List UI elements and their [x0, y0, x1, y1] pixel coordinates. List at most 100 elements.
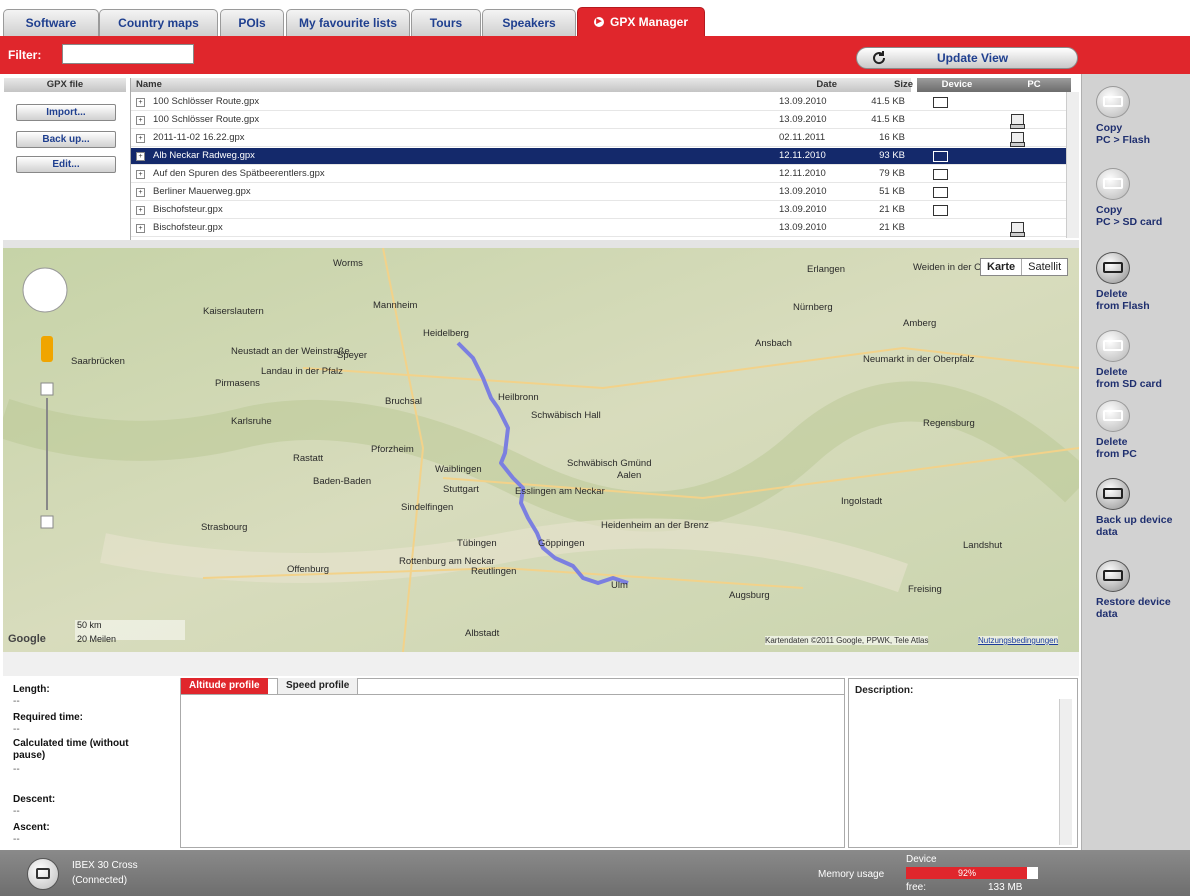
expand-icon[interactable]: + [136, 224, 145, 233]
calculated-time-label: Calculated time (without pause) [13, 738, 129, 761]
map-city-label: Landshut [963, 540, 1003, 551]
gpx-file-table: Name Date Size Device PC +100 Schlösser … [130, 78, 1079, 240]
update-view-label: Update View [937, 51, 1009, 65]
row-size: 93 KB [879, 150, 905, 161]
descent-value: -- [13, 806, 20, 817]
table-row[interactable]: +2011-11-02 16.22.gpx 02.11.2011 16 KB [131, 130, 1069, 147]
map-city-label: Nürnberg [793, 302, 833, 313]
map-city-label: Strasbourg [201, 522, 248, 533]
expand-icon[interactable]: + [136, 152, 145, 161]
delete-from-sd-button[interactable]: Delete from SD card [1096, 330, 1190, 390]
map-city-label: Stuttgart [443, 484, 479, 495]
map-city-label: Schwäbisch Hall [531, 410, 601, 421]
terms-link[interactable]: Nutzungsbedingungen [978, 636, 1059, 645]
sidebar-label: Delete from Flash [1096, 288, 1150, 312]
map-city-label: Bruchsal [385, 396, 422, 407]
tab-divider [181, 694, 844, 695]
zoom-in-icon[interactable] [40, 382, 54, 396]
column-header-device[interactable]: Device [917, 78, 997, 92]
map-view[interactable]: Worms Mannheim Heidelberg Kaiserslautern Saa… [3, 248, 1079, 652]
table-row[interactable]: + Berliner Mauerweg.gpx 13.09.2010 51 KB [131, 184, 1069, 201]
expand-icon[interactable]: + [136, 188, 145, 197]
tab-tours[interactable]: Tours [411, 9, 481, 36]
sidebar-label: Delete from SD card [1096, 366, 1162, 390]
zoom-out-icon[interactable] [40, 515, 54, 529]
free-value: 133 MB [988, 882, 1023, 893]
map-city-label: Speyer [337, 350, 368, 361]
memory-device-label: Device [906, 854, 937, 865]
import-button[interactable]: Import... [16, 104, 116, 121]
map-city-label: Ingolstadt [841, 496, 883, 507]
memory-usage-label: Memory usage [818, 869, 885, 880]
tab-pois[interactable]: POIs [220, 9, 284, 36]
tab-software[interactable]: Software [3, 9, 99, 36]
map-city-label: Neumarkt in der Oberpfalz [863, 354, 975, 365]
device-icon [27, 858, 59, 890]
row-name: Berliner Mauerweg.gpx [153, 186, 251, 197]
row-size: 51 KB [879, 186, 905, 197]
update-view-button[interactable]: Update View [856, 47, 1078, 69]
tab-altitude-profile[interactable]: Altitude profile [181, 678, 268, 694]
expand-icon[interactable]: + [136, 134, 145, 143]
backup-button[interactable]: Back up... [16, 131, 116, 148]
map-attribution: Kartendaten ©2011 Google, PPWK, Tele Atl… [765, 636, 929, 645]
row-size: 79 KB [879, 168, 905, 179]
copy-to-sd-button[interactable]: Copy PC > SD card [1096, 168, 1190, 228]
map-city-label: Schwäbisch Gmünd [567, 458, 652, 469]
map-type-satellite-button[interactable]: Satellit [1022, 259, 1067, 275]
edit-button[interactable]: Edit... [16, 156, 116, 173]
descent-label: Descent: [13, 794, 56, 805]
pegman-icon[interactable] [41, 336, 53, 362]
expand-icon[interactable]: + [136, 98, 145, 107]
column-header-size[interactable]: Size [841, 78, 917, 92]
row-size: 41.5 KB [871, 114, 905, 125]
device-name: IBEX 30 Cross [72, 860, 138, 871]
tab-speed-profile[interactable]: Speed profile [277, 678, 359, 695]
row-name: Bischofsteur.gpx [153, 222, 223, 233]
pan-control[interactable] [22, 267, 68, 313]
expand-icon[interactable]: + [136, 116, 145, 125]
delete-from-pc-button[interactable]: Delete from PC [1096, 400, 1190, 460]
table-row[interactable]: +100 Schlösser Route.gpx 13.09.2010 41.5 K… [131, 94, 1069, 111]
table-row[interactable]: + Bischofsteur.gpx 13.09.2010 21 KB [131, 220, 1069, 237]
map-city-label: Augsburg [729, 590, 770, 601]
map-city-label: Pirmasens [215, 378, 260, 389]
tab-favourite-lists[interactable]: My favourite lists [286, 9, 410, 36]
ascent-value: -- [13, 834, 20, 845]
table-row[interactable]: + Auf den Spuren des Spätbeerentlers.gpx 1… [131, 166, 1069, 183]
pc-file-icon [1010, 132, 1025, 147]
tab-country-maps[interactable]: Country maps [99, 9, 218, 36]
action-sidebar: Copy PC > Flash Copy PC > SD card Delete… [1081, 74, 1190, 850]
description-scrollbar[interactable] [1059, 699, 1072, 845]
tab-gpx-manager[interactable]: ▶ GPX Manager [577, 7, 705, 36]
expand-icon[interactable]: + [136, 170, 145, 179]
map-city-label: Amberg [903, 318, 937, 329]
table-row[interactable]: +100 Schlösser Route.gpx 13.09.2010 41.5 K… [131, 112, 1069, 129]
tab-speakers[interactable]: Speakers [482, 9, 576, 36]
status-bar: IBEX 30 Cross (Connected) Memory usage D… [0, 850, 1190, 896]
filter-input[interactable] [62, 44, 194, 64]
restore-device-button[interactable]: Restore device data [1096, 560, 1190, 620]
memory-usage-percent: 92% [958, 868, 977, 878]
map-type-map-button[interactable]: Karte [981, 259, 1023, 275]
table-scrollbar[interactable] [1066, 92, 1079, 238]
map-city-label: Tübingen [457, 538, 497, 549]
sidebar-label: Copy PC > Flash [1096, 122, 1150, 146]
table-row[interactable]: + Alb Neckar Radweg.gpx 12.11.2010 93 KB [131, 148, 1069, 165]
device-file-icon [933, 169, 948, 180]
description-panel: Description: [848, 678, 1078, 848]
delete-flash-icon [1096, 252, 1130, 284]
memory-usage-bar: 92% [906, 867, 1038, 879]
column-header-pc[interactable]: PC [997, 78, 1071, 92]
row-date: 12.11.2010 [779, 168, 826, 179]
table-row[interactable]: + Bischofsteur.gpx 13.09.2010 21 KB [131, 202, 1069, 219]
column-header-date[interactable]: Date [771, 78, 841, 92]
expand-icon[interactable]: + [136, 206, 145, 215]
splitter[interactable] [3, 240, 1079, 248]
backup-device-button[interactable]: Back up device data [1096, 478, 1190, 538]
length-value: -- [13, 696, 20, 707]
splitter[interactable] [3, 652, 1079, 676]
delete-from-flash-button[interactable]: Delete from Flash [1096, 252, 1190, 312]
row-name: 2011-11-02 16.22.gpx [153, 132, 245, 143]
copy-to-flash-button[interactable]: Copy PC > Flash [1096, 86, 1190, 146]
